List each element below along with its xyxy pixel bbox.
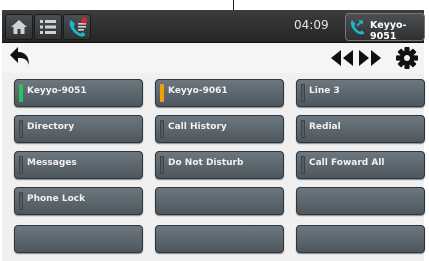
- do-not-disturb-key[interactable]: Do Not Disturb: [155, 151, 284, 179]
- key-label: Directory: [27, 122, 75, 132]
- active-line-button[interactable]: Keyyo-9051: [345, 13, 425, 42]
- line-status-indicator: [160, 84, 164, 102]
- phone-icon: [350, 20, 365, 35]
- settings-button[interactable]: [394, 44, 420, 72]
- toolbar: [2, 43, 424, 73]
- key-label: Redial: [309, 122, 341, 132]
- back-arrow-icon: [10, 47, 29, 65]
- previous-page-button[interactable]: [329, 44, 355, 72]
- menu-list-icon: [40, 20, 56, 34]
- line-key-keyyo-9061[interactable]: Keyyo-9061: [155, 79, 284, 107]
- key-indicator: [160, 120, 164, 138]
- key-indicator: [19, 120, 23, 138]
- clock: 04:09: [294, 18, 329, 32]
- notification-dot: [81, 17, 87, 24]
- empty-key[interactable]: [155, 187, 284, 215]
- key-label: Messages: [27, 158, 77, 168]
- line-status-indicator: [19, 84, 23, 102]
- empty-key[interactable]: [155, 225, 284, 253]
- redial-key[interactable]: Redial: [296, 115, 425, 143]
- call-history-key[interactable]: Call History: [155, 115, 284, 143]
- next-page-button[interactable]: [357, 44, 383, 72]
- line-status-indicator: [301, 84, 305, 102]
- key-label: Keyyo-9061: [168, 86, 228, 96]
- phone-screen: 04:09 Keyyo-9051 Keyyo-9051 Keyyo-9061 L…: [2, 10, 425, 261]
- key-indicator: [160, 156, 164, 174]
- menu-button[interactable]: [34, 14, 62, 40]
- key-label: Line 3: [309, 86, 340, 96]
- key-indicator: [19, 192, 23, 210]
- settings-icon: [396, 47, 418, 69]
- home-button[interactable]: [5, 14, 33, 40]
- key-label: Call History: [168, 122, 227, 132]
- key-indicator: [301, 156, 305, 174]
- call-log-button[interactable]: [63, 14, 91, 40]
- empty-key[interactable]: [296, 225, 425, 253]
- call-log-icon: [69, 17, 87, 37]
- home-icon: [11, 20, 27, 34]
- call-forward-all-key[interactable]: Call Foward All: [296, 151, 425, 179]
- empty-key[interactable]: [14, 225, 143, 253]
- key-label: Call Foward All: [309, 158, 385, 168]
- line-key-keyyo-9051[interactable]: Keyyo-9051: [14, 79, 143, 107]
- line-key-grid: Keyyo-9051 Keyyo-9061 Line 3 Directory C…: [2, 73, 425, 261]
- divider: [233, 0, 234, 10]
- key-indicator: [19, 156, 23, 174]
- status-bar: 04:09 Keyyo-9051: [2, 10, 425, 43]
- key-label: Keyyo-9051: [27, 86, 87, 96]
- previous-page-icon: [331, 50, 353, 66]
- active-line-label: Keyyo-9051: [370, 20, 407, 42]
- directory-key[interactable]: Directory: [14, 115, 143, 143]
- key-label: Do Not Disturb: [168, 158, 244, 168]
- back-button[interactable]: [6, 44, 34, 72]
- key-indicator: [301, 120, 305, 138]
- key-label: Phone Lock: [27, 194, 86, 204]
- empty-key[interactable]: [296, 187, 425, 215]
- messages-key[interactable]: Messages: [14, 151, 143, 179]
- line-key-line-3[interactable]: Line 3: [296, 79, 425, 107]
- top-strip: [0, 0, 429, 10]
- next-page-icon: [359, 50, 381, 66]
- phone-lock-key[interactable]: Phone Lock: [14, 187, 143, 215]
